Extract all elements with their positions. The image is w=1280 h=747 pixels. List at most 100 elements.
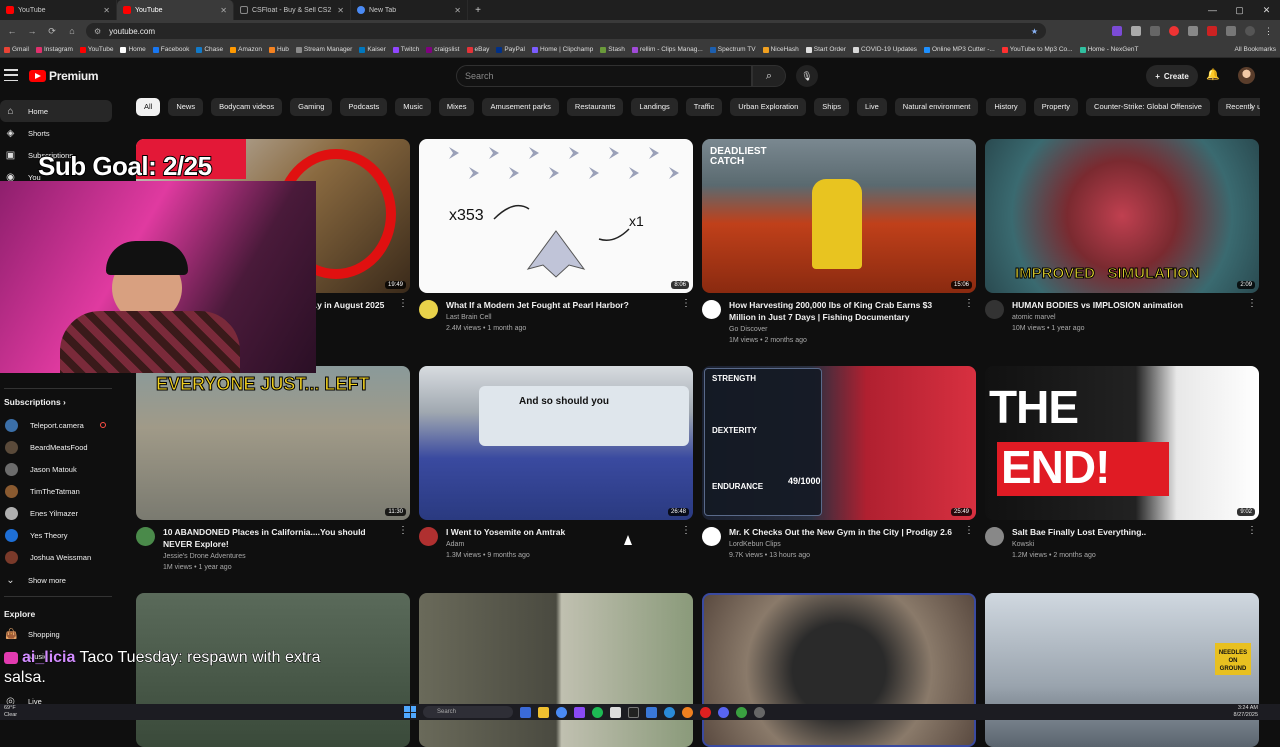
filter-chip[interactable]: Music <box>395 98 431 116</box>
filter-chip[interactable]: Landings <box>631 98 678 116</box>
voice-search-button[interactable]: 🎙 <box>796 65 818 87</box>
extension-icon[interactable] <box>1188 26 1198 36</box>
more-options-icon[interactable]: ⋮ <box>681 299 691 309</box>
filter-chip[interactable]: Counter-Strike: Global Offensive <box>1086 98 1210 116</box>
video-card[interactable]: IMPROVED SIMULATION 2:09 HUMAN BODIES vs… <box>985 139 1259 363</box>
sidebar-item-home[interactable]: ⌂ Home <box>0 100 112 122</box>
video-title[interactable]: 10 ABANDONED Places in California....You… <box>163 526 393 550</box>
chrome-icon[interactable] <box>556 706 567 718</box>
video-title[interactable]: I Went to Yosemite on Amtrak <box>446 526 676 538</box>
browser-tab-active[interactable]: YouTube ✕ <box>117 0 234 20</box>
taskbar-clock[interactable]: 3:24 AM 8/27/2025 <box>1234 705 1258 719</box>
extension-icon[interactable] <box>1207 26 1217 36</box>
video-card[interactable]: STRENGTH DEXTERITY ENDURANCE 49/1000 25:… <box>702 366 976 590</box>
address-bar[interactable]: ⚙ youtube.com ★ <box>86 23 1046 39</box>
windows-start-icon[interactable] <box>404 706 416 718</box>
bookmark-item[interactable]: NiceHash <box>762 46 799 53</box>
video-card[interactable]: DEADLIEST CATCH 15:06 How Harvesting 200… <box>702 139 976 363</box>
channel-avatar[interactable] <box>136 527 155 546</box>
search-button[interactable]: ⌕ <box>752 65 786 87</box>
filter-chip[interactable]: Mixes <box>438 98 475 116</box>
more-options-icon[interactable]: ⋮ <box>398 526 408 536</box>
browser-menu-icon[interactable]: ⋮ <box>1264 26 1274 36</box>
filter-chip[interactable]: News <box>168 98 204 116</box>
channel-avatar[interactable] <box>419 527 438 546</box>
app-icon[interactable] <box>574 706 585 718</box>
task-view-icon[interactable] <box>520 706 531 718</box>
bookmark-item[interactable]: Home | Clipchamp <box>531 46 593 53</box>
bookmark-item[interactable]: Stash <box>600 46 625 53</box>
video-title[interactable]: ...y in August 2025 <box>310 299 390 311</box>
channel-name[interactable]: Go Discover <box>729 326 768 333</box>
maximize-icon[interactable]: ▢ <box>1226 0 1253 20</box>
more-options-icon[interactable]: ⋮ <box>681 526 691 536</box>
video-thumbnail[interactable]: NEEDLES ON GROUND <box>985 593 1259 747</box>
video-thumbnail[interactable] <box>419 593 693 747</box>
show-more-button[interactable]: ⌄ Show more <box>0 569 112 591</box>
subscription-item[interactable]: Jason Matouk <box>0 458 112 480</box>
bookmark-item[interactable]: Twitch <box>392 46 419 53</box>
filter-chip[interactable]: Live <box>857 98 887 116</box>
channel-name[interactable]: Last Brain Cell <box>446 314 492 321</box>
bookmark-item[interactable]: Start Order <box>805 46 846 53</box>
subscriptions-heading[interactable]: Subscriptions › <box>4 397 66 407</box>
forward-icon[interactable]: → <box>26 26 38 36</box>
filter-chip[interactable]: History <box>986 98 1026 116</box>
video-card[interactable]: And so should you 26:48 I Went to Yosemi… <box>419 366 693 590</box>
close-window-icon[interactable]: ✕ <box>1253 0 1280 20</box>
channel-name[interactable]: LordKebun Clips <box>729 541 781 548</box>
channel-name[interactable]: atomic marvel <box>1012 314 1056 321</box>
video-thumbnail[interactable]: THE END! 9:02 <box>985 366 1259 520</box>
create-button[interactable]: + Create <box>1146 65 1198 87</box>
subscription-item[interactable]: Joshua Weissman <box>0 546 112 568</box>
channel-avatar[interactable] <box>985 300 1004 319</box>
filter-chip[interactable]: Traffic <box>685 98 723 116</box>
extension-icon[interactable] <box>1150 26 1160 36</box>
account-avatar[interactable] <box>1238 67 1255 84</box>
video-thumbnail[interactable]: IMPROVED SIMULATION 2:09 <box>985 139 1259 293</box>
video-title[interactable]: How Harvesting 200,000 lbs of King Crab … <box>729 299 959 323</box>
channel-avatar[interactable] <box>702 527 721 546</box>
reload-icon[interactable]: ⟳ <box>46 26 58 37</box>
extensions-puzzle-icon[interactable] <box>1226 26 1236 36</box>
close-icon[interactable]: ✕ <box>220 6 227 15</box>
filter-chip[interactable]: Property <box>1033 98 1079 116</box>
spotify-icon[interactable] <box>592 706 603 718</box>
minimize-icon[interactable]: — <box>1199 0 1226 20</box>
edge-icon[interactable] <box>664 706 675 718</box>
channel-name[interactable]: Jessie's Drone Adventures <box>163 553 246 560</box>
back-icon[interactable]: ← <box>6 26 18 36</box>
video-card[interactable] <box>419 593 693 747</box>
video-thumbnail[interactable] <box>702 593 976 747</box>
browser-tab[interactable]: YouTube ✕ <box>0 0 117 20</box>
site-info-icon[interactable]: ⚙ <box>94 27 101 36</box>
file-explorer-icon[interactable] <box>538 706 549 718</box>
subscription-item[interactable]: TimTheTatman <box>0 480 112 502</box>
channel-avatar[interactable] <box>702 300 721 319</box>
app-icon[interactable] <box>646 706 657 718</box>
extension-icon[interactable] <box>1131 26 1141 36</box>
channel-name[interactable]: Adam <box>446 541 464 548</box>
video-title[interactable]: What If a Modern Jet Fought at Pearl Har… <box>446 299 676 311</box>
more-options-icon[interactable]: ⋮ <box>1247 526 1257 536</box>
video-thumbnail[interactable]: DEADLIEST CATCH 15:06 <box>702 139 976 293</box>
extension-icon[interactable] <box>1169 26 1179 36</box>
channel-name[interactable]: Kowski <box>1012 541 1034 548</box>
filter-chip[interactable]: Amusement parks <box>482 98 559 116</box>
terminal-icon[interactable] <box>628 706 639 718</box>
video-thumbnail[interactable]: EVERYONE JUST... LEFT 11:30 <box>136 366 410 520</box>
bookmark-item[interactable]: PayPal <box>496 46 525 53</box>
more-options-icon[interactable]: ⋮ <box>964 526 974 536</box>
filter-chip[interactable]: Bodycam videos <box>211 98 283 116</box>
bookmark-item[interactable]: Spectrum TV <box>709 46 756 53</box>
firefox-icon[interactable] <box>682 706 693 718</box>
bookmark-item[interactable]: craigslist <box>426 46 460 53</box>
bookmark-item[interactable]: Facebook <box>152 46 189 53</box>
video-card[interactable]: THE END! 9:02 Salt Bae Finally Lost Ever… <box>985 366 1259 590</box>
notifications-bell-icon[interactable]: 🔔 <box>1206 68 1220 81</box>
subscription-item[interactable]: BeardMeatsFood <box>0 436 112 458</box>
bookmark-item[interactable]: eBay <box>466 46 489 53</box>
bookmark-item[interactable]: COVID-19 Updates <box>852 46 917 53</box>
sidebar-item-shorts[interactable]: ◈ Shorts <box>0 122 112 144</box>
video-thumbnail[interactable]: x353 x1 8:06 <box>419 139 693 293</box>
